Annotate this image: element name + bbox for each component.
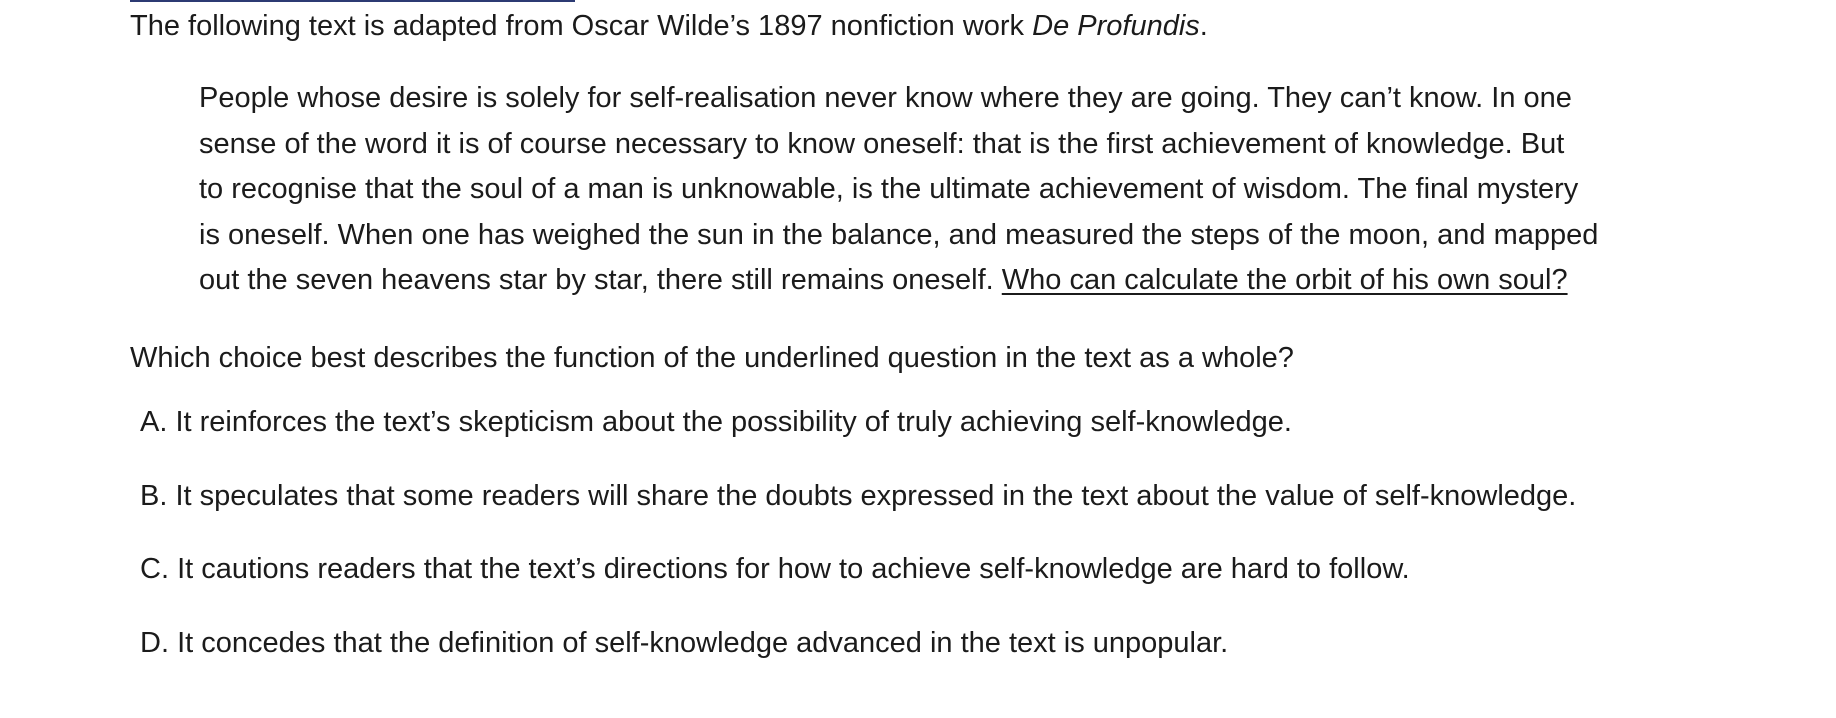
choice-b[interactable]: BIt speculates that some readers will sh… bbox=[140, 476, 1576, 516]
passage-line: to recognise that the soul of a man is u… bbox=[199, 173, 1579, 205]
choice-text: It concedes that the definition of self-… bbox=[177, 626, 1229, 659]
choice-letter: C bbox=[140, 549, 177, 589]
choice-a[interactable]: AIt reinforces the text’s skepticism abo… bbox=[140, 402, 1576, 442]
underlined-question: Who can calculate the orbit of his own s… bbox=[1001, 264, 1568, 296]
choice-text: It cautions readers that the text’s dire… bbox=[177, 553, 1410, 585]
work-title: De Profundis bbox=[1032, 10, 1200, 42]
question-stem: Which choice best describes the function… bbox=[130, 342, 1294, 374]
passage-line-text: out the seven heavens star by star, ther… bbox=[199, 264, 1002, 296]
answer-choices: AIt reinforces the text’s skepticism abo… bbox=[140, 402, 1576, 696]
passage-line: is oneself. When one has weighed the sun… bbox=[199, 218, 1599, 251]
choice-letter: A bbox=[140, 402, 175, 442]
passage-line: sense of the word it is of course necess… bbox=[199, 127, 1565, 160]
passage-line-last: out the seven heavens star by star, ther… bbox=[199, 258, 1729, 304]
intro-period: . bbox=[1199, 10, 1208, 42]
passage-line: People whose desire is solely for self-r… bbox=[199, 82, 1572, 114]
choice-letter: B bbox=[140, 476, 175, 516]
choice-text: It speculates that some readers will sha… bbox=[175, 479, 1577, 512]
choice-d[interactable]: DIt concedes that the definition of self… bbox=[140, 623, 1576, 663]
choice-letter: D bbox=[140, 623, 177, 663]
passage-text: People whose desire is solely for self-r… bbox=[199, 76, 1729, 304]
choice-c[interactable]: CIt cautions readers that the text’s dir… bbox=[140, 549, 1576, 589]
top-divider bbox=[130, 0, 575, 2]
passage-intro: The following text is adapted from Oscar… bbox=[130, 6, 1208, 46]
choice-text: It reinforces the text’s skepticism abou… bbox=[175, 406, 1292, 438]
intro-text: The following text is adapted from Oscar… bbox=[130, 10, 1033, 42]
